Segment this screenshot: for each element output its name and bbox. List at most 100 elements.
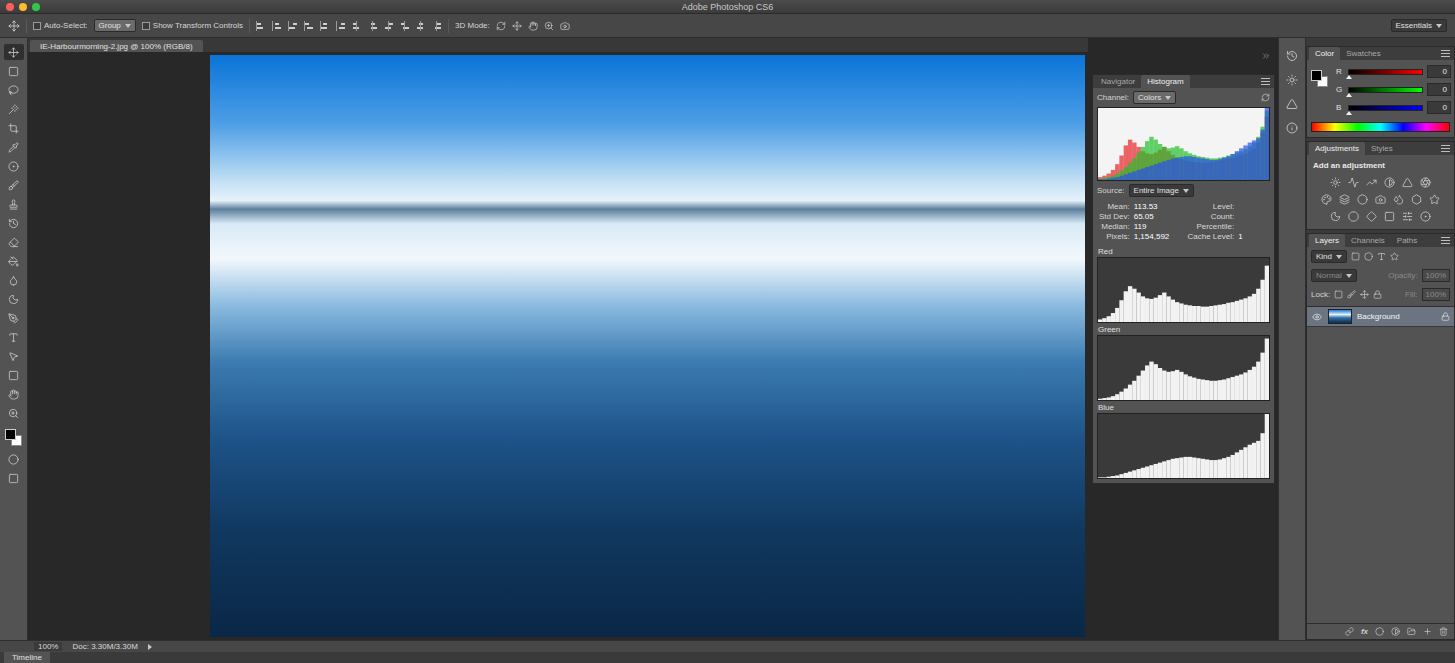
tool-button[interactable] xyxy=(4,158,24,174)
tool-button[interactable] xyxy=(4,63,24,79)
histogram-bar xyxy=(1102,178,1106,180)
panel-tab[interactable]: Swatches xyxy=(1340,47,1387,60)
histogram-bar xyxy=(1239,300,1243,322)
tool-button[interactable] xyxy=(4,44,24,60)
tool-button[interactable] xyxy=(4,329,24,345)
layer-row[interactable]: Background xyxy=(1307,307,1454,327)
histogram-bar xyxy=(1226,303,1230,322)
tool-button[interactable] xyxy=(4,215,24,231)
tool-button[interactable] xyxy=(4,386,24,402)
color-swatches[interactable] xyxy=(4,428,24,448)
histogram-bar xyxy=(1102,179,1106,180)
tool-button[interactable] xyxy=(4,234,24,250)
foreground-color-swatch[interactable] xyxy=(1311,70,1322,81)
pen-tool-icon xyxy=(8,313,19,324)
fill-field[interactable]: 100% xyxy=(1422,288,1450,301)
histogram-bar xyxy=(1175,146,1179,180)
histogram-bar xyxy=(1213,158,1217,180)
filter-kind-dropdown[interactable]: Kind xyxy=(1311,250,1347,263)
tool-button[interactable] xyxy=(4,291,24,307)
color-slider[interactable]: R0 xyxy=(1336,65,1451,78)
panel-menu-button[interactable] xyxy=(1261,78,1270,85)
zoom-field[interactable]: 100% xyxy=(34,642,62,651)
transform-controls-option[interactable]: Show Transform Controls xyxy=(142,21,243,30)
histogram-bar xyxy=(1184,374,1188,400)
panel-tab[interactable]: Adjustments xyxy=(1309,142,1365,155)
panel-menu-button[interactable] xyxy=(1441,145,1450,152)
panel-tab[interactable]: Paths xyxy=(1391,234,1423,247)
slider-track[interactable] xyxy=(1348,105,1423,111)
blend-mode-dropdown[interactable]: Normal xyxy=(1311,269,1357,282)
checkbox[interactable] xyxy=(142,22,150,30)
close-button[interactable] xyxy=(6,3,14,11)
info-menu-arrow[interactable] xyxy=(148,644,152,650)
quick-mask-button[interactable] xyxy=(4,451,24,467)
layer-style-button[interactable]: fx xyxy=(1361,627,1368,636)
drag-3d-icon xyxy=(512,21,522,31)
histogram-bar xyxy=(1115,164,1119,180)
panel-tab[interactable]: Styles xyxy=(1365,142,1399,155)
channel-dropdown[interactable]: Colors xyxy=(1133,91,1176,104)
channel-histogram xyxy=(1097,257,1270,323)
color-panel: ColorSwatches R0 G0 B0 xyxy=(1306,46,1455,138)
document-info: Doc: 3.30M/3.30M xyxy=(72,642,137,651)
panel-tab[interactable]: Color xyxy=(1309,47,1340,60)
tool-button[interactable] xyxy=(4,367,24,383)
document-tab[interactable]: IE-Harbourmorning-2.jpg @ 100% (RGB/8) xyxy=(30,40,203,52)
histogram-bar xyxy=(1196,156,1200,180)
screen-mode-button[interactable] xyxy=(4,470,24,486)
slider-track[interactable] xyxy=(1348,69,1423,75)
slider-track[interactable] xyxy=(1348,87,1423,93)
tool-button[interactable] xyxy=(4,101,24,117)
histogram-bar xyxy=(1171,459,1175,478)
tool-button[interactable] xyxy=(4,405,24,421)
tool-button[interactable] xyxy=(4,120,24,136)
visibility-toggle[interactable] xyxy=(1311,312,1323,322)
black-white-icon xyxy=(1339,194,1350,205)
color-slider[interactable]: B0 xyxy=(1336,101,1451,114)
color-spectrum[interactable] xyxy=(1311,122,1450,132)
tool-button[interactable] xyxy=(4,196,24,212)
tool-button[interactable] xyxy=(4,139,24,155)
color-panel-swatches[interactable] xyxy=(1310,69,1330,89)
slider-marker[interactable] xyxy=(1346,111,1352,115)
timeline-tab[interactable]: Timeline xyxy=(4,652,50,663)
color-value-field[interactable]: 0 xyxy=(1427,83,1451,96)
tool-button[interactable] xyxy=(4,348,24,364)
tool-button[interactable] xyxy=(4,310,24,326)
slider-marker[interactable] xyxy=(1346,75,1352,79)
panel-tab[interactable]: Navigator xyxy=(1095,75,1141,88)
histogram-bar xyxy=(1231,302,1235,322)
panel-tab[interactable]: Channels xyxy=(1345,234,1391,247)
histogram-bar xyxy=(1248,445,1252,478)
foreground-color-swatch[interactable] xyxy=(5,429,16,440)
color-value-field[interactable]: 0 xyxy=(1427,101,1451,114)
opacity-field[interactable]: 100% xyxy=(1422,269,1450,282)
panel-tab[interactable]: Histogram xyxy=(1141,75,1189,88)
panel-menu-button[interactable] xyxy=(1441,50,1450,57)
color-value-field[interactable]: 0 xyxy=(1427,65,1451,78)
histogram-bar xyxy=(1111,176,1115,180)
tool-button[interactable] xyxy=(4,82,24,98)
tool-button[interactable] xyxy=(4,272,24,288)
checkbox[interactable] xyxy=(33,22,41,30)
histogram-bar xyxy=(1171,158,1175,180)
minimize-button[interactable] xyxy=(19,3,27,11)
tool-button[interactable] xyxy=(4,253,24,269)
auto-select-option[interactable]: Auto-Select: xyxy=(33,21,88,30)
stat-value xyxy=(1238,202,1268,211)
histogram-bar xyxy=(1107,174,1111,180)
tool-button[interactable] xyxy=(4,177,24,193)
auto-select-dropdown[interactable]: Group xyxy=(94,19,136,32)
workspace-dropdown[interactable]: Essentials xyxy=(1391,19,1447,32)
zoom-button[interactable] xyxy=(32,3,40,11)
source-dropdown[interactable]: Entire Image xyxy=(1129,184,1194,197)
slider-marker[interactable] xyxy=(1346,93,1352,97)
histogram-bar xyxy=(1184,305,1188,322)
panel-tab[interactable]: Layers xyxy=(1309,234,1345,247)
histogram-bar xyxy=(1136,170,1140,180)
channel-histogram-chart xyxy=(1098,336,1269,400)
panel-menu-button[interactable] xyxy=(1441,237,1450,244)
color-slider[interactable]: G0 xyxy=(1336,83,1451,96)
align-icon xyxy=(400,21,410,31)
